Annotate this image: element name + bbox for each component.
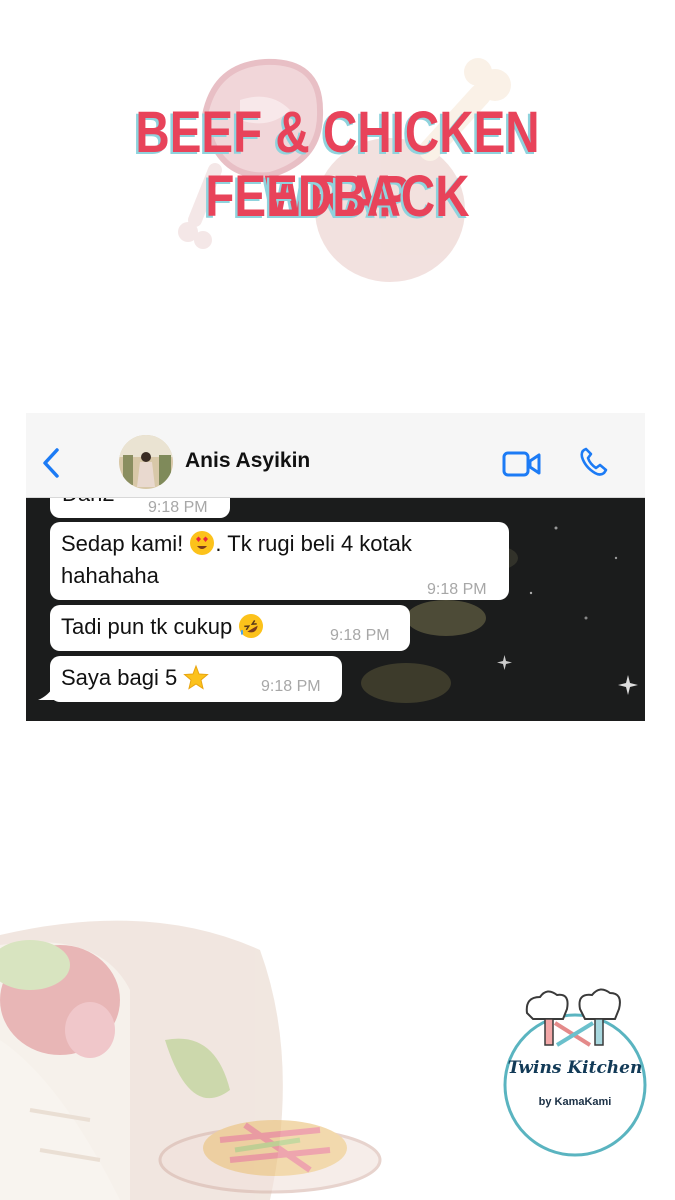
message-bubble[interactable]: Sedap kami! . Tk rugi beli 4 kotak hahah… [50,522,509,600]
page-title-line-2: FEEDBACK [205,164,470,229]
message-time: 9:18 PM [148,499,208,516]
message-text: Tadi pun tk cukup [61,611,264,643]
rofl-emoji-icon [238,614,264,639]
pasta-plate-illustration [158,1038,382,1194]
bubble-tail [38,686,54,700]
avatar[interactable] [119,435,173,489]
chat-messages-area: Dah2 9:18 PM Sedap kami! . Tk rugi beli … [26,498,645,721]
voice-call-icon[interactable] [578,446,610,482]
contact-name[interactable]: Anis Asyikin [185,449,310,473]
brand-tagline: by KamaKami [538,1096,612,1108]
heart-eyes-emoji-icon [189,531,215,556]
message-bubble[interactable]: Dah2 9:18 PM [50,498,230,518]
brand-name: Twins Kitchen [507,1058,643,1078]
wrap-illustration [0,920,283,1200]
message-text: Saya bagi 5 [61,662,210,694]
message-time: 9:18 PM [330,627,390,644]
chat-header: Anis Asyikin [26,413,645,498]
video-call-icon[interactable] [502,451,542,481]
back-chevron-icon[interactable] [40,447,62,483]
message-bubble[interactable]: Saya bagi 5 9:18 PM [50,656,342,702]
message-time: 9:18 PM [427,581,487,598]
chat-screenshot: Anis Asyikin Dah2 9:18 PM Sedap kami! . … [26,413,645,721]
star-emoji-icon [183,664,210,690]
message-bubble[interactable]: Tadi pun tk cukup 9:18 PM [50,605,410,651]
message-text: Dah2 [62,498,115,510]
message-time: 9:18 PM [261,678,321,695]
